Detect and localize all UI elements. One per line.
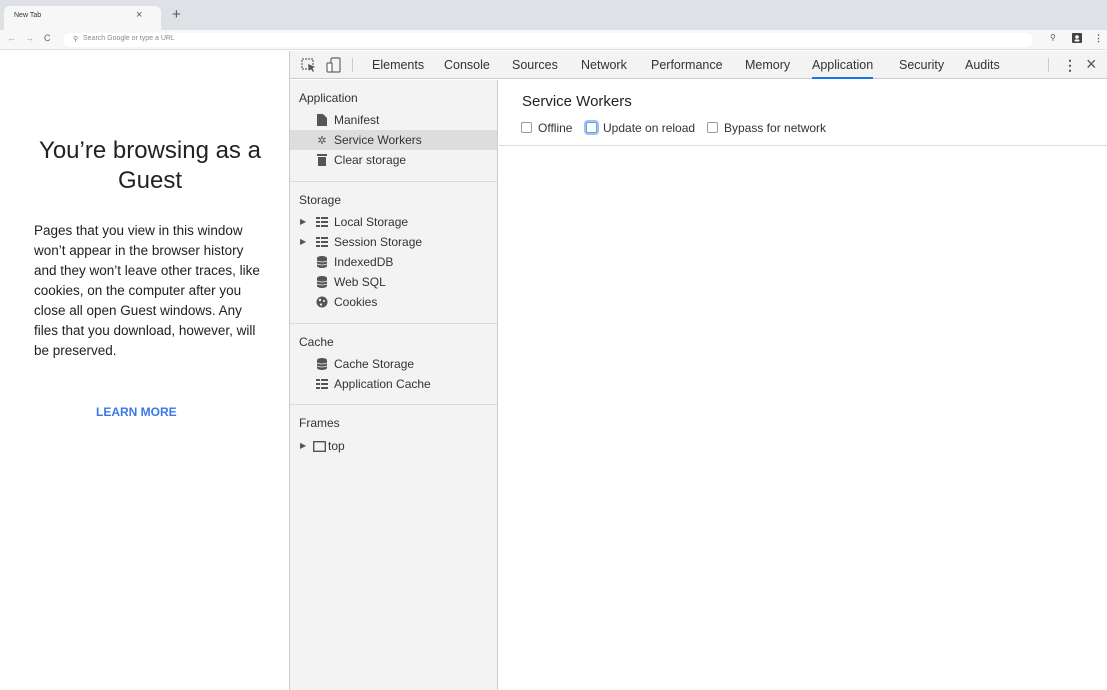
tabbar-divider bbox=[352, 58, 353, 72]
back-arrow-icon[interactable]: ← bbox=[7, 33, 16, 43]
search-icon: ⚲ bbox=[73, 36, 79, 43]
section-heading-cache: Cache bbox=[299, 335, 334, 349]
bypass-for-network-checkbox-box[interactable] bbox=[707, 122, 718, 133]
devtools-panel: Elements Console Sources Network Perform… bbox=[289, 51, 1107, 690]
tabbar-divider-right bbox=[1048, 58, 1049, 72]
panel-title: Service Workers bbox=[522, 93, 632, 110]
tab-strip: New Tab × + bbox=[0, 0, 1107, 30]
database-icon bbox=[315, 255, 329, 269]
tab-sources[interactable]: Sources bbox=[512, 51, 558, 79]
sidebar-item-label: Clear storage bbox=[334, 153, 407, 167]
sidebar-item-application-cache[interactable]: Application Cache bbox=[290, 374, 497, 394]
browser-tab[interactable]: New Tab × bbox=[4, 6, 161, 30]
service-workers-panel: Service Workers Offline Update on reload… bbox=[499, 80, 1107, 690]
section-heading-frames: Frames bbox=[299, 416, 340, 430]
sidebar-divider bbox=[290, 404, 497, 405]
reload-icon[interactable]: C bbox=[44, 33, 51, 43]
guest-description: Pages that you view in this window won’t… bbox=[34, 223, 260, 358]
guest-page: You’re browsing as a Guest Pages that yo… bbox=[0, 51, 289, 690]
trash-icon bbox=[315, 153, 329, 167]
database-icon bbox=[315, 357, 329, 371]
devtools-menu-icon[interactable]: ⋮ bbox=[1063, 57, 1077, 74]
tab-title: New Tab bbox=[14, 12, 42, 19]
expand-arrow-icon[interactable]: ▶ bbox=[300, 217, 306, 226]
cookie-icon bbox=[315, 295, 329, 309]
sidebar-item-label: Session Storage bbox=[334, 235, 423, 249]
browser-menu-icon[interactable]: ⋮ bbox=[1094, 33, 1103, 44]
sidebar-item-service-workers[interactable]: ✲ Service Workers bbox=[290, 130, 497, 150]
grid-icon bbox=[315, 377, 329, 391]
sidebar-item-frame-top[interactable]: ▶ top bbox=[290, 436, 497, 456]
learn-more-link[interactable]: LEARN MORE bbox=[96, 405, 177, 419]
sidebar-divider bbox=[290, 323, 497, 324]
omnibox-placeholder: Search Google or type a URL bbox=[83, 35, 175, 42]
guest-title: You’re browsing as a Guest bbox=[39, 137, 261, 194]
devtools-close-icon[interactable]: × bbox=[1086, 54, 1097, 75]
device-toolbar-icon[interactable] bbox=[325, 56, 343, 74]
sidebar-item-cookies[interactable]: Cookies bbox=[290, 292, 497, 312]
sidebar-item-clear-storage[interactable]: Clear storage bbox=[290, 150, 497, 170]
inspect-element-icon[interactable] bbox=[300, 56, 318, 74]
tab-audits[interactable]: Audits bbox=[965, 51, 1000, 79]
expand-arrow-icon[interactable]: ▶ bbox=[300, 441, 306, 450]
tab-close-icon[interactable]: × bbox=[136, 9, 142, 21]
omnibox[interactable]: ⚲ Search Google or type a URL bbox=[63, 33, 1033, 47]
forward-arrow-icon[interactable]: → bbox=[25, 33, 34, 43]
section-heading-storage: Storage bbox=[299, 193, 342, 207]
devtools-tabbar: Elements Console Sources Network Perform… bbox=[290, 51, 1107, 79]
sidebar-item-label: IndexedDB bbox=[334, 255, 394, 269]
grid-icon bbox=[315, 215, 329, 229]
database-icon bbox=[315, 275, 329, 289]
tab-elements[interactable]: Elements bbox=[372, 51, 424, 79]
gear-icon: ✲ bbox=[317, 134, 327, 147]
sidebar-item-label: Web SQL bbox=[334, 275, 386, 289]
offline-label: Offline bbox=[538, 121, 573, 135]
update-on-reload-checkbox-box[interactable] bbox=[586, 122, 597, 133]
sidebar-item-cache-storage[interactable]: Cache Storage bbox=[290, 354, 497, 374]
guest-profile-icon[interactable] bbox=[1072, 33, 1082, 45]
sidebar-item-label: top bbox=[328, 439, 345, 453]
sidebar-item-label: Cookies bbox=[334, 295, 378, 309]
sidebar-item-label: Cache Storage bbox=[334, 357, 415, 371]
grid-icon bbox=[315, 235, 329, 249]
sidebar-item-local-storage[interactable]: ▶ Local Storage bbox=[290, 212, 497, 232]
frame-icon bbox=[312, 439, 326, 453]
application-sidebar: Application Manifest ✲ Service Workers C… bbox=[290, 80, 498, 690]
sidebar-item-label: Local Storage bbox=[334, 215, 409, 229]
browser-toolbar: ← → C ⚲ Search Google or type a URL ⚲ ⋮ bbox=[0, 30, 1107, 50]
update-on-reload-label: Update on reload bbox=[603, 121, 696, 135]
sidebar-item-label: Service Workers bbox=[334, 133, 422, 147]
sidebar-item-manifest[interactable]: Manifest bbox=[290, 110, 497, 130]
file-icon bbox=[315, 113, 329, 127]
sidebar-item-indexeddb[interactable]: IndexedDB bbox=[290, 252, 497, 272]
tab-performance[interactable]: Performance bbox=[651, 51, 723, 79]
sidebar-item-label: Application Cache bbox=[334, 377, 431, 391]
sidebar-item-label: Manifest bbox=[334, 113, 380, 127]
bypass-for-network-label: Bypass for network bbox=[724, 121, 827, 135]
section-heading-application: Application bbox=[299, 91, 358, 105]
sidebar-item-web-sql[interactable]: Web SQL bbox=[290, 272, 497, 292]
offline-checkbox-box[interactable] bbox=[521, 122, 532, 133]
tab-console[interactable]: Console bbox=[444, 51, 490, 79]
tab-memory[interactable]: Memory bbox=[745, 51, 790, 79]
sidebar-divider bbox=[290, 181, 497, 182]
tab-security[interactable]: Security bbox=[899, 51, 944, 79]
expand-arrow-icon[interactable]: ▶ bbox=[300, 237, 306, 246]
tab-application[interactable]: Application bbox=[812, 51, 874, 79]
sidebar-item-session-storage[interactable]: ▶ Session Storage bbox=[290, 232, 497, 252]
zoom-icon[interactable]: ⚲ bbox=[1050, 33, 1056, 42]
new-tab-button[interactable]: + bbox=[172, 6, 181, 23]
tab-network[interactable]: Network bbox=[581, 51, 627, 79]
panel-header: Service Workers Offline Update on reload… bbox=[499, 80, 1107, 146]
